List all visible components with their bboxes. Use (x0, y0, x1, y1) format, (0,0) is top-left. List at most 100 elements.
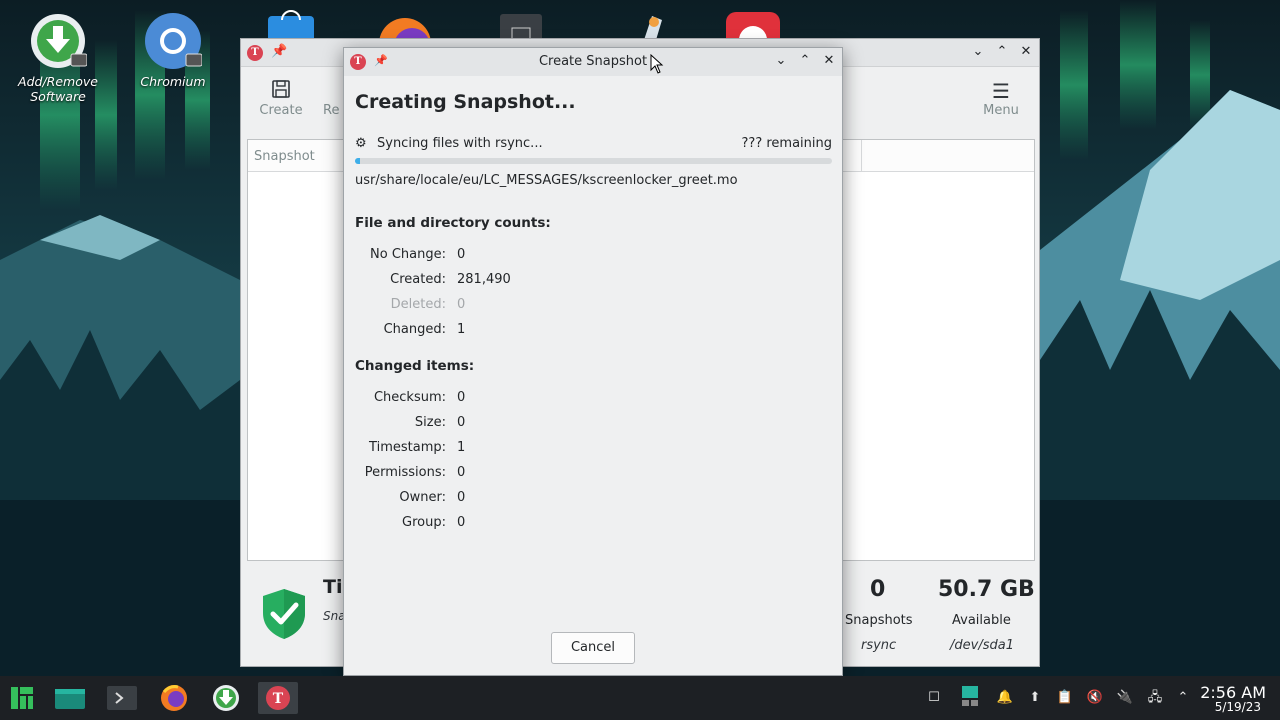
restore-button[interactable]: Re (323, 79, 343, 118)
changed-row: Owner: 0 (344, 490, 584, 510)
updates-icon[interactable]: ⬆ (1026, 689, 1044, 707)
count-label: Created: (390, 272, 446, 287)
snapshot-count: 0 (870, 577, 886, 602)
changed-value: 0 (457, 465, 466, 480)
file-manager-icon[interactable] (52, 682, 88, 714)
gear-icon: ⚙ (355, 136, 367, 151)
time-remaining: ??? remaining (741, 136, 832, 151)
chromium-icon (144, 12, 203, 70)
changed-label: Owner: (399, 490, 446, 505)
maximize-button[interactable]: ⌃ (994, 44, 1010, 60)
available-label: Available (952, 613, 1011, 628)
changed-value: 0 (457, 415, 466, 430)
minimize-button[interactable]: ⌄ (970, 44, 986, 60)
save-icon (251, 79, 311, 103)
desktop-toggle-icon[interactable]: ☐ (925, 689, 943, 707)
dialog-title: Create Snapshot (538, 54, 648, 69)
usb-icon[interactable]: 🔌 (1116, 689, 1134, 707)
create-button[interactable]: Create (251, 79, 311, 118)
terminal-icon[interactable] (104, 682, 140, 714)
changed-label: Checksum: (373, 390, 446, 405)
manjaro-menu-icon[interactable] (4, 682, 40, 714)
volume-muted-icon[interactable]: 🔇 (1086, 689, 1104, 707)
count-value: 281,490 (457, 272, 511, 287)
menu-label: Menu (983, 103, 1019, 118)
changed-row: Checksum: 0 (344, 390, 584, 410)
dialog-heading: Creating Snapshot... (355, 91, 576, 113)
shield-check-icon (261, 587, 307, 645)
close-button[interactable]: ✕ (821, 53, 837, 69)
close-button[interactable]: ✕ (1018, 44, 1034, 60)
count-label: Deleted: (390, 297, 446, 312)
firefox-icon[interactable] (376, 10, 434, 40)
desktop-icon-label: Chromium (140, 74, 206, 89)
column-divider (861, 140, 862, 171)
firefox-icon[interactable] (156, 682, 192, 714)
cancel-button[interactable]: Cancel (551, 632, 635, 664)
taskbar: T ☐ 🔔 ⬆ 📋 🔇 🔌 🖧 ⌃ (0, 676, 1280, 720)
timeshift-logo-icon (247, 45, 263, 61)
desktop-icon-label: Software (30, 89, 86, 104)
restore-label: Re (323, 103, 340, 118)
count-label: Changed: (383, 322, 446, 337)
current-file-path: usr/share/locale/eu/LC_MESSAGES/kscreenl… (355, 173, 738, 188)
desktop-icon-label: Add/Remove (18, 74, 98, 89)
changed-label: Group: (402, 515, 446, 530)
count-value: 0 (457, 247, 466, 262)
snapshot-count-label: Snapshots (845, 613, 913, 628)
app-icon[interactable] (724, 10, 782, 40)
timeshift-taskbar-icon[interactable]: T (258, 682, 298, 714)
count-row: Created: 281,490 (344, 272, 584, 292)
menu-button[interactable]: ☰ Menu (971, 79, 1031, 118)
count-value: 0 (457, 297, 466, 312)
count-row: No Change: 0 (344, 247, 584, 267)
desktop-icon-add-remove-software[interactable]: Add/Remove Software (8, 12, 108, 104)
counts-heading: File and directory counts: (355, 215, 551, 231)
changed-row: Permissions: 0 (344, 465, 584, 485)
count-label: No Change: (370, 247, 446, 262)
tray-expand-icon[interactable]: ⌃ (1174, 689, 1192, 707)
device-name: /dev/sda1 (950, 638, 1014, 653)
changed-value: 0 (457, 490, 466, 505)
store-icon[interactable] (262, 10, 320, 40)
desktop-icon-chromium[interactable]: Chromium (123, 12, 223, 89)
changed-value: 0 (457, 390, 466, 405)
dialog-titlebar[interactable]: 📌 Create Snapshot ⌄ ⌃ ✕ (344, 48, 842, 76)
maximize-button[interactable]: ⌃ (797, 53, 813, 69)
clock-date[interactable]: 5/19/23 (1215, 700, 1261, 714)
workspace-icon[interactable] (960, 684, 978, 706)
changed-items-heading: Changed items: (355, 358, 475, 374)
changed-label: Permissions: (364, 465, 446, 480)
column-header-snapshot[interactable]: Snapshot (254, 149, 315, 164)
sync-status-text: Syncing files with rsync... (377, 136, 543, 151)
status-title: Ti (323, 576, 343, 598)
progress-bar-fill (355, 158, 360, 164)
changed-label: Timestamp: (369, 440, 446, 455)
svg-text:T: T (273, 691, 284, 707)
hamburger-menu-icon: ☰ (992, 79, 1010, 103)
minimize-button[interactable]: ⌄ (773, 53, 789, 69)
download-icon (29, 12, 88, 70)
snapshot-mode: rsync (861, 638, 897, 653)
count-value: 1 (457, 322, 466, 337)
pin-icon[interactable]: 📌 (271, 44, 287, 60)
count-row: Changed: 1 (344, 322, 584, 342)
download-icon[interactable] (208, 682, 244, 714)
changed-row: Group: 0 (344, 515, 584, 535)
changed-value: 0 (457, 515, 466, 530)
file-icon[interactable] (492, 10, 550, 40)
clipboard-icon[interactable]: 📋 (1056, 689, 1074, 707)
progress-bar (355, 158, 832, 164)
changed-row: Timestamp: 1 (344, 440, 584, 460)
changed-row: Size: 0 (344, 415, 584, 435)
mouse-cursor-icon (650, 54, 664, 74)
create-snapshot-dialog: 📌 Create Snapshot ⌄ ⌃ ✕ Creating Snapsho… (343, 47, 843, 676)
create-label: Create (259, 103, 303, 118)
count-row: Deleted: 0 (344, 297, 584, 317)
notifications-icon[interactable]: 🔔 (996, 689, 1014, 707)
changed-label: Size: (414, 415, 446, 430)
changed-value: 1 (457, 440, 466, 455)
network-icon[interactable]: 🖧 (1146, 689, 1164, 707)
available-size: 50.7 GB (938, 577, 1035, 602)
cleaner-icon[interactable] (622, 10, 680, 40)
